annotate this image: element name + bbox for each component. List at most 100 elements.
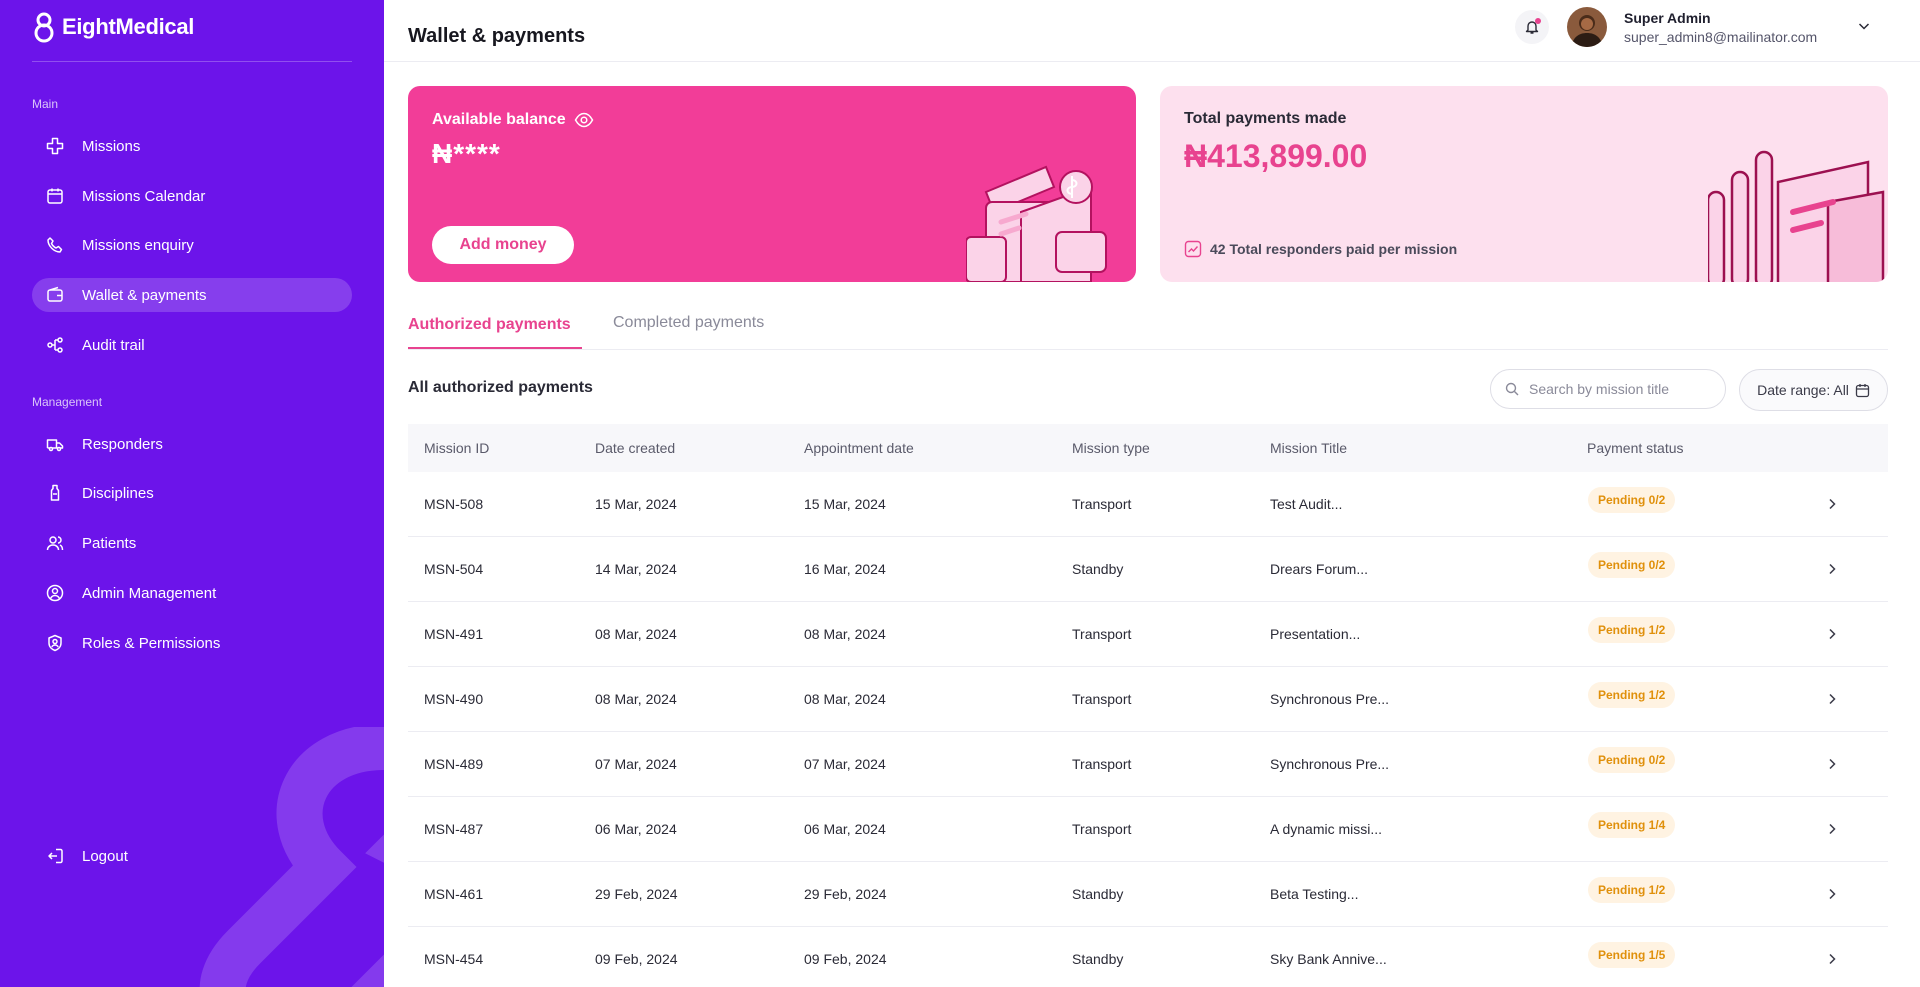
balance-value: ₦**** [432,138,501,169]
mission-id: MSN-508 [424,496,484,512]
logo-icon [34,12,54,43]
appointment-date: 07 Mar, 2024 [804,756,886,772]
sidebar-item-audit-trail[interactable]: Audit trail [32,328,352,362]
active-tab-indicator [408,347,582,349]
logout-button[interactable]: Logout [32,839,352,873]
sidebar: EightMedical Main Missions Missions Cale… [0,0,384,987]
date-range-filter[interactable]: Date range: All [1739,369,1888,411]
shield-user-icon [48,634,62,652]
status-badge: Pending 1/2 [1588,877,1676,903]
sidebar-item-label: Missions Calendar [82,187,206,205]
calendar-icon [1855,383,1870,397]
brand-name: EightMedical [62,14,195,39]
sidebar-item-wallet-payments[interactable]: Wallet & payments [32,278,352,312]
wallet-icon [47,286,63,302]
sidebar-item-label: Missions [82,137,141,155]
date-created: 29 Feb, 2024 [595,886,678,902]
logout-label: Logout [82,847,128,865]
sidebar-item-label: Disciplines [82,484,154,502]
status-badge: Pending 1/4 [1588,812,1676,838]
header-mission-title: Mission Title [1270,440,1348,456]
status-badge: Pending 0/2 [1588,487,1676,513]
sidebar-item-responders[interactable]: Responders [32,427,352,461]
mission-id: MSN-490 [424,691,484,707]
mission-title: Synchronous Pre... [1270,691,1390,707]
sidebar-item-missions[interactable]: Missions [32,129,352,163]
tab-completed-payments[interactable]: Completed payments [613,314,764,332]
sidebar-item-label: Roles & Permissions [82,634,221,652]
chevron-right-icon[interactable] [1824,691,1840,707]
mission-title: Presentation... [1270,626,1361,642]
notification-button[interactable] [1515,10,1549,44]
chevron-right-icon[interactable] [1824,561,1840,577]
logo-divider [32,61,352,62]
mission-type: Transport [1072,756,1132,772]
eye-icon[interactable] [574,110,594,130]
avatar-image [1567,7,1607,47]
table-row[interactable]: MSN-490 08 Mar, 2024 08 Mar, 2024 Transp… [408,667,1888,732]
avatar[interactable] [1567,7,1607,47]
payments-table: Mission ID Date created Appointment date… [408,424,1888,987]
chevron-down-icon[interactable] [1856,18,1872,34]
table-header: Mission ID Date created Appointment date… [408,424,1888,472]
sidebar-item-label: Admin Management [82,584,217,602]
status-badge: Pending 0/2 [1588,747,1676,773]
cross-icon [46,137,64,155]
chevron-right-icon[interactable] [1824,886,1840,902]
header-appointment-date: Appointment date [804,440,914,456]
sidebar-item-label: Patients [82,534,137,552]
date-created: 09 Feb, 2024 [595,951,678,967]
total-responders-row: 42 Total responders paid per mission [1184,240,1457,258]
sidebar-item-patients[interactable]: Patients [32,526,352,560]
sidebar-item-missions-calendar[interactable]: Missions Calendar [32,179,352,213]
list-title: All authorized payments [408,379,593,396]
chevron-right-icon[interactable] [1824,756,1840,772]
header-mission-id: Mission ID [424,440,490,456]
appointment-date: 08 Mar, 2024 [804,691,886,707]
sidebar-item-disciplines[interactable]: Disciplines [32,476,352,510]
notification-dot [1535,18,1541,24]
phone-icon [47,237,63,253]
sidebar-item-roles-permissions[interactable]: Roles & Permissions [32,626,352,660]
date-created: 08 Mar, 2024 [595,691,677,707]
date-range-label: Date range: All [1757,382,1849,398]
trend-up-icon [1184,240,1202,258]
chevron-right-icon[interactable] [1824,951,1840,967]
top-header: Wallet & payments Super Admin super_admi… [384,0,1920,62]
chevron-right-icon[interactable] [1824,821,1840,837]
sidebar-item-missions-enquiry[interactable]: Missions enquiry [32,228,352,262]
page-title: Wallet & payments [408,25,586,47]
total-label: Total payments made [1184,110,1347,127]
appointment-date: 16 Mar, 2024 [804,561,886,577]
table-row[interactable]: MSN-504 14 Mar, 2024 16 Mar, 2024 Standb… [408,537,1888,602]
mission-id: MSN-454 [424,951,484,967]
search-icon [1505,382,1519,396]
sidebar-item-label: Audit trail [82,336,145,354]
chevron-right-icon[interactable] [1824,496,1840,512]
ambulance-icon [46,439,64,452]
table-row[interactable]: MSN-454 09 Feb, 2024 09 Feb, 2024 Standb… [408,927,1888,987]
status-badge: Pending 1/2 [1588,617,1676,643]
brand-logo[interactable]: EightMedical [32,10,194,44]
date-created: 07 Mar, 2024 [595,756,677,772]
appointment-date: 29 Feb, 2024 [804,886,887,902]
section-label-main: Main [32,97,59,111]
header-mission-type: Mission type [1072,440,1150,456]
table-row[interactable]: MSN-491 08 Mar, 2024 08 Mar, 2024 Transp… [408,602,1888,667]
balance-label-row: Available balance [432,110,594,130]
appointment-date: 15 Mar, 2024 [804,496,886,512]
mission-title: Drears Forum... [1270,561,1369,577]
mission-id: MSN-491 [424,626,484,642]
add-money-button[interactable]: Add money [432,226,574,264]
section-label-management: Management [32,395,103,409]
table-row[interactable]: MSN-461 29 Feb, 2024 29 Feb, 2024 Standb… [408,862,1888,927]
table-row[interactable]: MSN-487 06 Mar, 2024 06 Mar, 2024 Transp… [408,797,1888,862]
date-created: 06 Mar, 2024 [595,821,677,837]
tab-authorized-payments[interactable]: Authorized payments [408,316,571,334]
search-input[interactable] [1529,381,1709,397]
sidebar-item-admin-management[interactable]: Admin Management [32,576,352,610]
chevron-right-icon[interactable] [1824,626,1840,642]
table-row[interactable]: MSN-489 07 Mar, 2024 07 Mar, 2024 Transp… [408,732,1888,797]
table-row[interactable]: MSN-508 15 Mar, 2024 15 Mar, 2024 Transp… [408,472,1888,537]
date-created: 08 Mar, 2024 [595,626,677,642]
